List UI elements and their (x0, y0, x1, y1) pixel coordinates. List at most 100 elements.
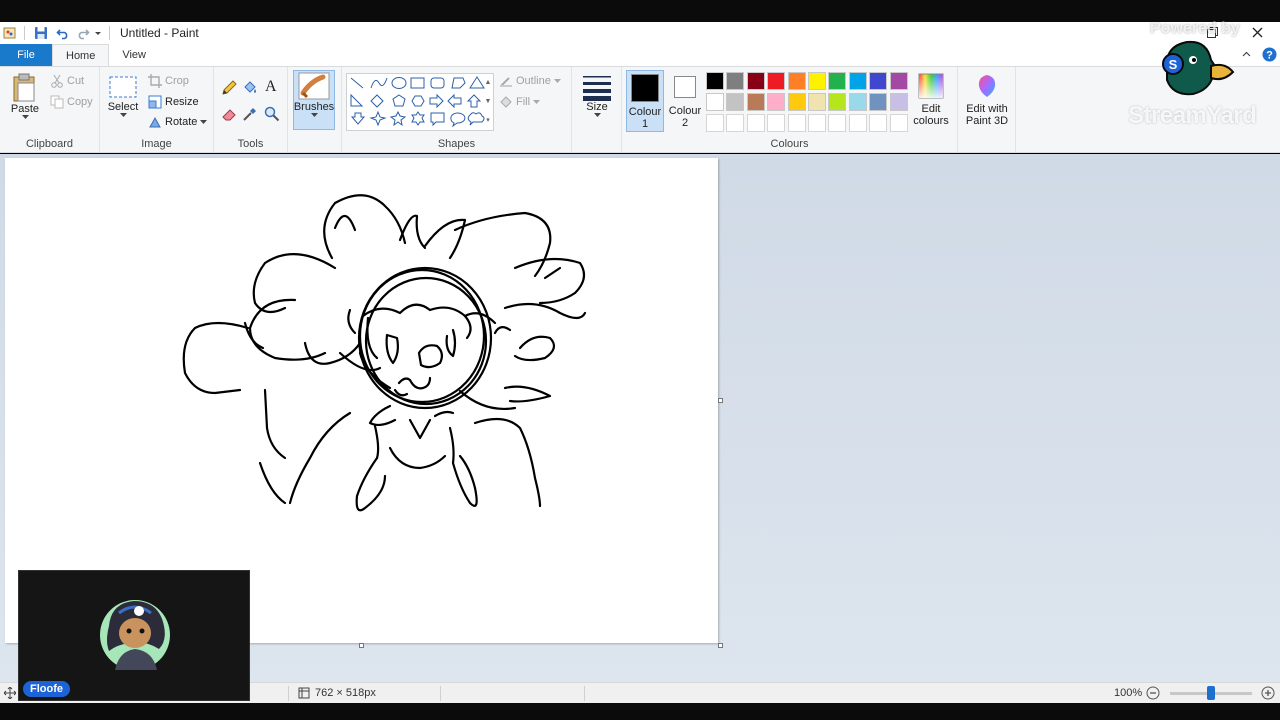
palette-swatch[interactable] (726, 93, 745, 111)
resize-button[interactable]: Resize (148, 93, 199, 111)
fill-tool[interactable] (242, 79, 258, 97)
eraser-tool[interactable] (221, 105, 237, 123)
size-label: Size (586, 101, 608, 113)
cut-label: Cut (67, 75, 85, 87)
crop-button[interactable]: Crop (148, 72, 189, 90)
ribbon: Paste Cut Copy Clipboard Select Crop Res… (0, 66, 1280, 153)
palette-swatch[interactable] (808, 72, 826, 90)
zoom-in-icon[interactable] (1261, 686, 1275, 703)
custom-colour-slot[interactable] (869, 114, 888, 132)
edit-with-paint3d-button[interactable]: Edit with Paint 3D (962, 73, 1012, 127)
palette-swatch[interactable] (746, 72, 765, 90)
resize-label: Resize (165, 96, 199, 108)
colour2-button[interactable]: Colour 2 (666, 70, 704, 132)
palette-swatch[interactable] (889, 72, 908, 90)
palette-swatch[interactable] (828, 72, 847, 90)
colour-picker-tool[interactable] (242, 105, 258, 123)
paint3d-icon (978, 75, 996, 97)
custom-colour-slot[interactable] (889, 114, 908, 132)
colour1-label-2: 1 (641, 118, 649, 130)
custom-colour-slot[interactable] (808, 114, 826, 132)
colour2-label-2: 2 (681, 117, 689, 129)
shapes-scroll-down-icon[interactable]: ▼ (482, 92, 494, 111)
size-button[interactable]: Size (578, 73, 616, 118)
title-separator (109, 26, 110, 40)
callout-rect-shape-icon (430, 112, 445, 127)
palette-swatch[interactable] (706, 93, 724, 111)
palette-swatch[interactable] (828, 93, 847, 111)
help-icon[interactable]: ? (1260, 45, 1278, 63)
colours-group: Colour 1 Colour 2 Edit colours Colours (622, 67, 958, 153)
shapes-expand-icon[interactable]: ▾ (482, 111, 494, 130)
palette-swatch[interactable] (869, 93, 888, 111)
customize-toolbar-icon[interactable] (93, 25, 103, 41)
palette-swatch[interactable] (787, 93, 806, 111)
palette-swatch[interactable] (869, 72, 888, 90)
magnifier-tool[interactable] (264, 105, 280, 123)
fill-label: Fill (516, 96, 531, 108)
pencil-tool[interactable] (221, 79, 237, 97)
palette-swatch[interactable] (848, 93, 867, 111)
paste-button[interactable]: Paste (8, 73, 42, 120)
palette-swatch[interactable] (746, 93, 765, 111)
shapes-scroll-up-icon[interactable]: ▲ (482, 73, 494, 92)
close-icon[interactable] (1243, 22, 1271, 42)
palette-swatch[interactable] (808, 93, 826, 111)
select-label: Select (107, 101, 139, 113)
colour1-button[interactable]: Colour 1 (626, 70, 664, 132)
zoom-slider-thumb[interactable] (1207, 686, 1215, 700)
redo-icon[interactable] (75, 25, 91, 41)
copy-button[interactable]: Copy (50, 93, 93, 111)
tab-file[interactable]: File (0, 44, 52, 66)
canvas-resize-handle-corner[interactable] (718, 643, 723, 648)
custom-colour-slot[interactable] (848, 114, 867, 132)
palette-swatch[interactable] (726, 72, 745, 90)
select-icon (109, 76, 137, 98)
pencil-icon (222, 80, 237, 95)
fill-dropdown-icon (533, 99, 541, 104)
edit-colours-button[interactable]: Edit colours (910, 73, 952, 127)
custom-colour-slot[interactable] (787, 114, 806, 132)
zoom-out-icon[interactable] (1146, 686, 1160, 703)
save-icon[interactable] (33, 25, 49, 41)
tab-home[interactable]: Home (52, 44, 110, 66)
palette-swatch[interactable] (706, 72, 724, 90)
text-tool[interactable]: A (265, 78, 277, 96)
rotate-button[interactable]: Rotate (148, 113, 208, 131)
size-group: Size (572, 67, 622, 153)
shapes-gallery[interactable] (346, 73, 494, 131)
canvas-resize-handle-right[interactable] (718, 398, 723, 403)
resize-icon (148, 95, 162, 109)
paste-label: Paste (10, 103, 40, 115)
select-dropdown-icon (119, 113, 127, 117)
minimize-ribbon-icon[interactable] (1236, 45, 1256, 63)
palette-swatch[interactable] (848, 72, 867, 90)
rotate-label: Rotate (165, 116, 198, 128)
outline-button[interactable]: Outline (499, 72, 561, 90)
fill-button[interactable]: Fill (499, 93, 541, 111)
streamyard-duck-logo: S (1162, 40, 1235, 96)
edit-colours-label-1: Edit (921, 103, 941, 115)
colour1-swatch (631, 74, 659, 102)
brushes-button[interactable]: Brushes (293, 70, 335, 130)
tab-view[interactable]: View (109, 44, 159, 66)
custom-colour-slot[interactable] (767, 114, 786, 132)
palette-swatch[interactable] (767, 72, 786, 90)
outline-dropdown-icon (553, 78, 561, 83)
palette-swatch[interactable] (889, 93, 908, 111)
canvas-resize-handle-bottom[interactable] (359, 643, 364, 648)
undo-icon[interactable] (55, 25, 71, 41)
palette-swatch[interactable] (787, 72, 806, 90)
title-bar: Untitled - Paint (0, 22, 1280, 44)
shapes-scroll[interactable]: ▲ ▼ ▾ (482, 73, 494, 131)
palette-swatch[interactable] (767, 93, 786, 111)
cut-button[interactable]: Cut (50, 72, 84, 90)
zoom-level: 100% (1114, 687, 1143, 699)
custom-colour-slot[interactable] (828, 114, 847, 132)
custom-colour-slot[interactable] (746, 114, 765, 132)
right-triangle-shape-icon (350, 93, 364, 107)
select-button[interactable]: Select (107, 75, 139, 118)
custom-colour-slot[interactable] (706, 114, 724, 132)
colour2-label-1: Colour (668, 105, 702, 117)
custom-colour-slot[interactable] (726, 114, 745, 132)
